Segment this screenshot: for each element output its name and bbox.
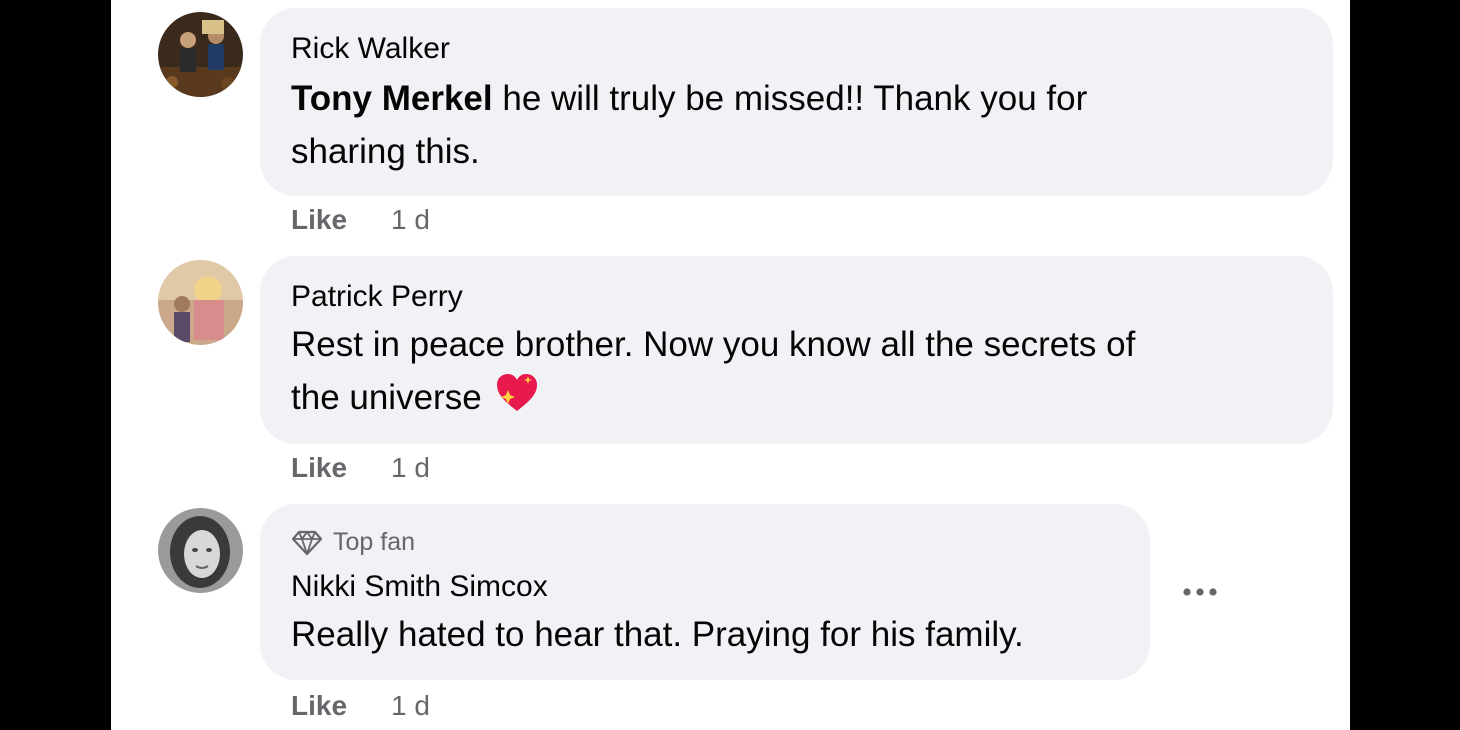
comment-timestamp[interactable]: 1 d [391, 690, 430, 722]
avatar-nikki-smith-simcox[interactable] [158, 508, 243, 593]
like-button[interactable]: Like [291, 690, 347, 722]
comment-author[interactable]: Patrick Perry [291, 280, 463, 314]
like-button[interactable]: Like [291, 204, 347, 236]
comment-text-line1: Really hated to hear that. Praying for h… [291, 615, 1024, 654]
comment-author[interactable]: Rick Walker [291, 32, 450, 66]
diamond-icon [291, 530, 323, 555]
top-fan-badge: Top fan [291, 528, 415, 557]
comment-actions: Like 1 d [291, 204, 430, 236]
top-fan-label: Top fan [333, 528, 416, 556]
avatar-patrick-perry[interactable] [158, 260, 243, 345]
like-button[interactable]: Like [291, 452, 347, 484]
profile-photo [158, 260, 243, 345]
comment-text: Rest in peace brother. Now you know all … [291, 318, 1135, 424]
comment-author[interactable]: Nikki Smith Simcox [291, 570, 548, 604]
avatar-rick-walker[interactable] [158, 12, 243, 97]
comment-actions: Like 1 d [291, 690, 430, 722]
more-options-button[interactable] [1176, 570, 1224, 614]
profile-photo [158, 508, 243, 593]
comment-text-line2: the universe [291, 378, 482, 417]
comment-timestamp[interactable]: 1 d [391, 452, 430, 484]
profile-photo [158, 12, 243, 97]
tagged-name[interactable]: Tony Merkel [291, 79, 493, 118]
sparkling-heart-icon [496, 374, 537, 411]
more-options-icon [1183, 588, 1217, 596]
comment-text: Tony Merkel he will truly be missed!! Th… [291, 72, 1087, 178]
comment-bubble: Patrick Perry Rest in peace brother. Now… [260, 256, 1333, 444]
comment-actions: Like 1 d [291, 452, 430, 484]
comment-bubble: Rick Walker Tony Merkel he will truly be… [260, 8, 1333, 196]
comment-text-line1: he will truly be missed!! Thank you for [492, 79, 1088, 118]
comment-text-line2: sharing this. [291, 132, 480, 171]
comment-text-line1: Rest in peace brother. Now you know all … [291, 325, 1136, 364]
comment-text: Really hated to hear that. Praying for h… [291, 608, 1024, 661]
comment-bubble: Top fan Nikki Smith Simcox Really hated … [260, 504, 1150, 680]
comment-timestamp[interactable]: 1 d [391, 204, 430, 236]
